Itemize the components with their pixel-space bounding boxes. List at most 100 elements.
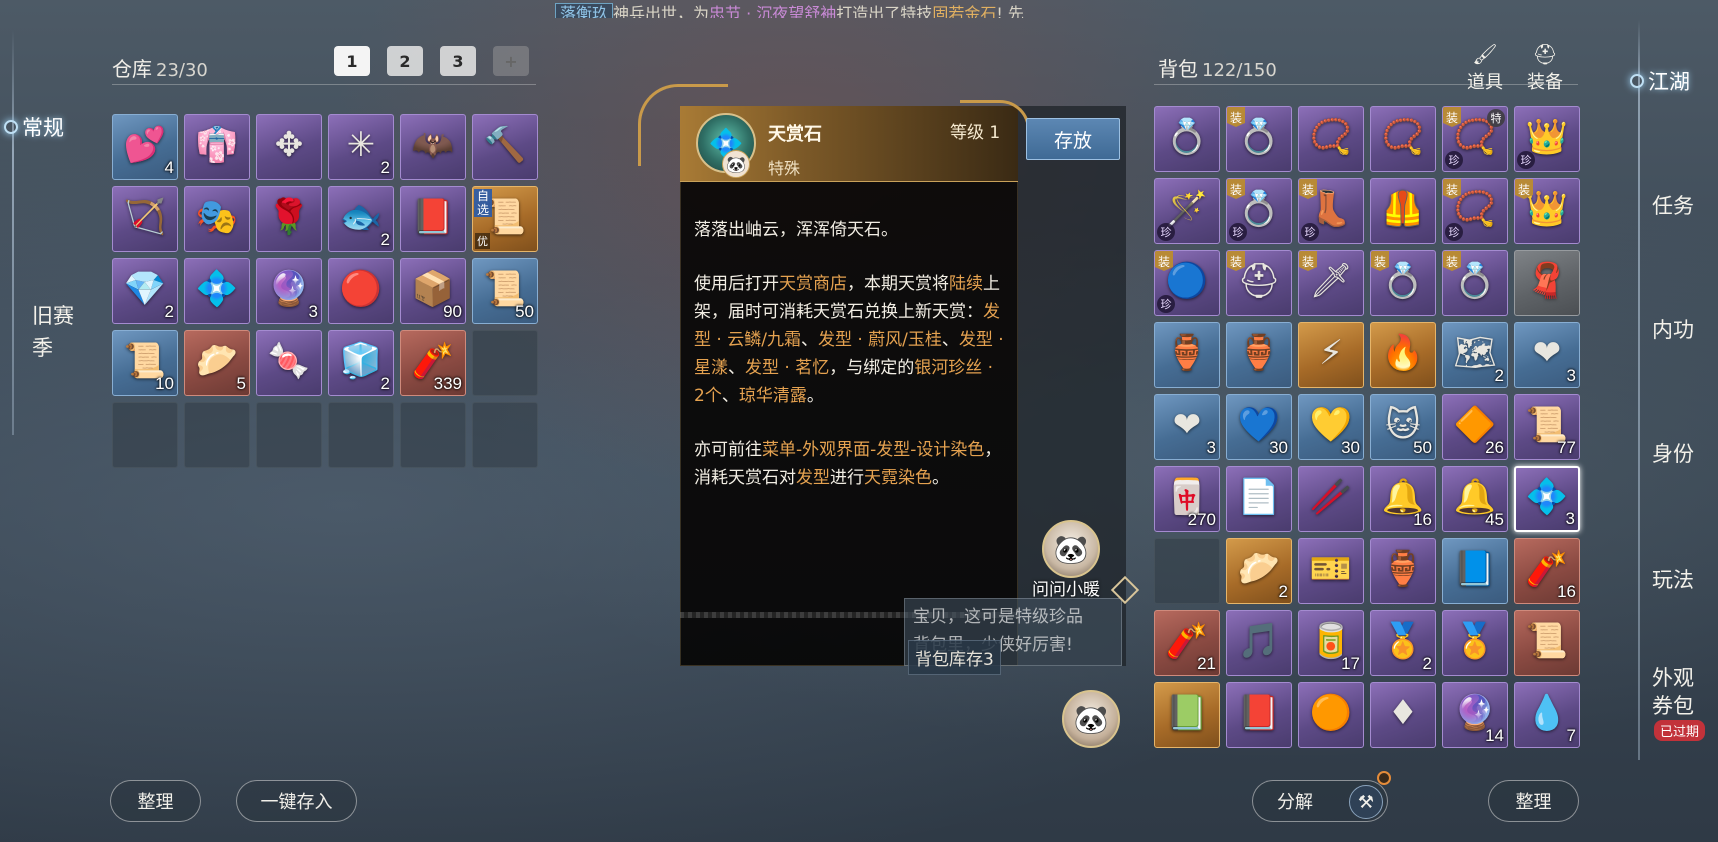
tab-equipment[interactable]: ⛑ 装备 (1520, 42, 1570, 94)
warehouse-slot[interactable]: 🎭 (184, 186, 250, 252)
warehouse-slot[interactable]: 🦇 (400, 114, 466, 180)
backpack-slot[interactable]: 💧 7 (1514, 682, 1580, 748)
warehouse-slot[interactable] (400, 402, 466, 468)
warehouse-slot[interactable]: 📜 10 (112, 330, 178, 396)
backpack-slot[interactable]: 🔥 (1370, 322, 1436, 388)
backpack-slot[interactable]: 💙 30 (1226, 394, 1292, 460)
warehouse-slot[interactable]: 💠 (184, 258, 250, 324)
warehouse-slot[interactable]: ✳ 2 (328, 114, 394, 180)
right-nav-gameplay[interactable]: 玩法 (1652, 564, 1712, 594)
backpack-slot[interactable]: 🏺 (1154, 322, 1220, 388)
backpack-sort-button[interactable]: 整理 (1488, 780, 1579, 822)
warehouse-slot[interactable]: 🌹 (256, 186, 322, 252)
warehouse-slot[interactable] (472, 402, 538, 468)
backpack-slot[interactable]: 🏺 (1226, 322, 1292, 388)
backpack-slot[interactable]: 👑 装 (1514, 178, 1580, 244)
right-nav-tasks[interactable]: 任务 (1652, 190, 1712, 220)
backpack-slot[interactable]: 🪄 珍 (1154, 178, 1220, 244)
warehouse-slot[interactable]: 🥟 5 (184, 330, 250, 396)
warehouse-slot[interactable] (328, 402, 394, 468)
warehouse-slot[interactable]: 🐟 2 (328, 186, 394, 252)
warehouse-slot[interactable]: 📜 自选优 (472, 186, 538, 252)
warehouse-slot[interactable]: 👘 (184, 114, 250, 180)
backpack-slot[interactable]: 🔮 14 (1442, 682, 1508, 748)
backpack-slot[interactable]: 🔶 26 (1442, 394, 1508, 460)
backpack-slot[interactable]: 🧨 16 (1514, 538, 1580, 604)
backpack-slot[interactable]: ♦ (1370, 682, 1436, 748)
backpack-slot[interactable]: 🗺 2 (1442, 322, 1508, 388)
backpack-slot[interactable]: 📘 (1442, 538, 1508, 604)
backpack-slot[interactable]: 💍 装珍 (1226, 178, 1292, 244)
warehouse-tab-1[interactable]: 1 (334, 46, 370, 76)
backpack-slot[interactable]: 🎵 (1226, 610, 1292, 676)
backpack-slot[interactable]: 📿 (1298, 106, 1364, 172)
right-nav-wardrobe-voucher[interactable]: 外观 券包 (1652, 664, 1712, 720)
backpack-slot[interactable]: 🥫 17 (1298, 610, 1364, 676)
warehouse-slot[interactable]: 🧊 2 (328, 330, 394, 396)
backpack-slot[interactable]: 🀄 270 (1154, 466, 1220, 532)
backpack-slot[interactable]: 🗡 装 (1298, 250, 1364, 316)
warehouse-slot[interactable]: 🔨 (472, 114, 538, 180)
warehouse-slot[interactable] (112, 402, 178, 468)
backpack-slot[interactable]: 🟠 (1298, 682, 1364, 748)
backpack-slot[interactable]: ⚡ (1298, 322, 1364, 388)
warehouse-slot[interactable]: 🍬 (256, 330, 322, 396)
backpack-slot[interactable]: 👑 珍 (1514, 106, 1580, 172)
warehouse-tab-3[interactable]: 3 (440, 46, 476, 76)
helper-avatar[interactable]: 🐼 (1042, 520, 1100, 578)
store-button[interactable]: 存放 (1026, 118, 1120, 160)
warehouse-slot[interactable]: 💕 4 (112, 114, 178, 180)
tab-items[interactable]: 🖌 道具 (1460, 42, 1510, 94)
backpack-slot[interactable]: 📕 (1226, 682, 1292, 748)
right-nav-jianghu[interactable]: 江湖 (1630, 66, 1690, 96)
backpack-slot[interactable]: 📗 (1154, 682, 1220, 748)
helper-name[interactable]: 问问小暖 (1032, 575, 1100, 600)
backpack-slot[interactable]: 🔔 16 (1370, 466, 1436, 532)
backpack-slot[interactable]: 🐱 50 (1370, 394, 1436, 460)
backpack-slot[interactable]: 💠 3 (1514, 466, 1580, 532)
backpack-slot[interactable]: 🧨 21 (1154, 610, 1220, 676)
warehouse-slot[interactable]: 🏹 (112, 186, 178, 252)
backpack-slot[interactable]: 🦺 (1370, 178, 1436, 244)
backpack-slot[interactable]: 🏅 2 (1370, 610, 1436, 676)
backpack-slot[interactable]: 🔔 45 (1442, 466, 1508, 532)
right-nav-inner-skill[interactable]: 内功 (1652, 314, 1712, 344)
backpack-slot[interactable]: 👢 装珍 (1298, 178, 1364, 244)
warehouse-slot[interactable]: 📦 90 (400, 258, 466, 324)
warehouse-sort-button[interactable]: 整理 (110, 780, 201, 822)
deposit-all-button[interactable]: 一键存入 (236, 780, 357, 822)
left-nav-old-season[interactable]: 旧赛季 (32, 300, 84, 364)
warehouse-slot[interactable]: ✥ (256, 114, 322, 180)
warehouse-slot[interactable]: 📕 (400, 186, 466, 252)
backpack-slot[interactable]: ❤ 3 (1154, 394, 1220, 460)
backpack-slot[interactable]: ⛑ 装 (1226, 250, 1292, 316)
backpack-slot[interactable]: 📜 77 (1514, 394, 1580, 460)
backpack-slot[interactable]: 🧣 (1514, 250, 1580, 316)
backpack-slot[interactable]: 🔵 装珍 (1154, 250, 1220, 316)
warehouse-slot[interactable]: 📜 50 (472, 258, 538, 324)
helper-assistant-avatar[interactable]: 🐼 (1062, 690, 1120, 748)
backpack-slot[interactable]: 💍 装 (1370, 250, 1436, 316)
warehouse-slot[interactable] (472, 330, 538, 396)
warehouse-slot[interactable] (256, 402, 322, 468)
left-nav-regular[interactable]: 常规 (4, 112, 64, 142)
backpack-slot[interactable]: 📿 装特珍 (1442, 106, 1508, 172)
backpack-slot[interactable]: 💛 30 (1298, 394, 1364, 460)
warehouse-slot[interactable] (184, 402, 250, 468)
backpack-slot[interactable]: 📿 装珍 (1442, 178, 1508, 244)
backpack-slot[interactable]: 💍 装 (1442, 250, 1508, 316)
backpack-slot[interactable]: 🏅 (1442, 610, 1508, 676)
warehouse-slot[interactable]: 🔮 3 (256, 258, 322, 324)
warehouse-slot[interactable]: 🔴 (328, 258, 394, 324)
backpack-slot[interactable]: 🎫 (1298, 538, 1364, 604)
warehouse-tab-add[interactable]: + (493, 46, 529, 76)
decompose-button[interactable]: 分解 ⚒ (1252, 771, 1391, 822)
backpack-slot[interactable]: 🥢 (1298, 466, 1364, 532)
backpack-slot[interactable]: 💍 (1154, 106, 1220, 172)
right-nav-identity[interactable]: 身份 (1652, 438, 1712, 468)
backpack-slot[interactable]: 📄 (1226, 466, 1292, 532)
backpack-slot[interactable]: 📜 (1514, 610, 1580, 676)
warehouse-slot[interactable]: 🧨 339 (400, 330, 466, 396)
backpack-slot[interactable]: 💍 装 (1226, 106, 1292, 172)
warehouse-slot[interactable]: 💎 2 (112, 258, 178, 324)
